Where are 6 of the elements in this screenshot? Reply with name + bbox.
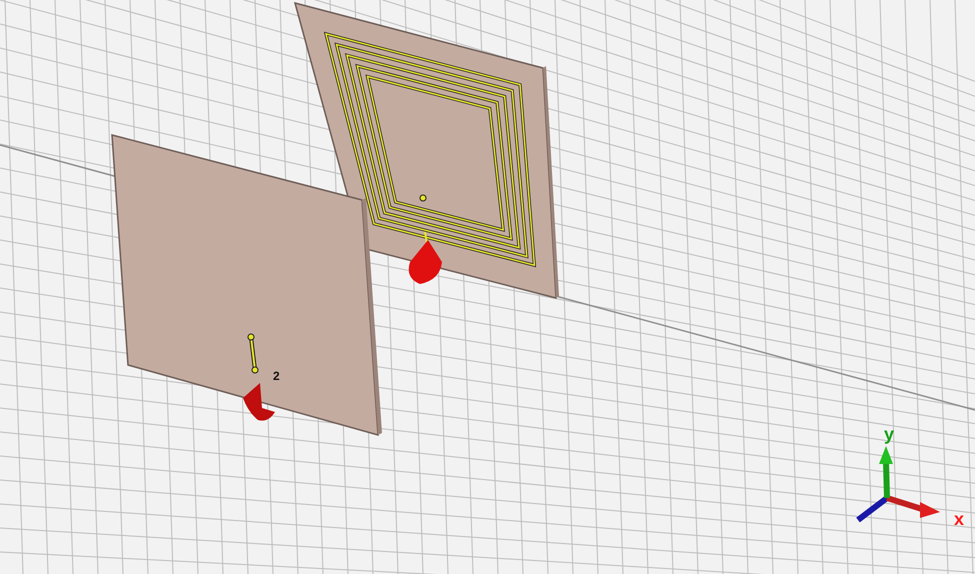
port-cone-drawing	[408, 240, 442, 284]
axis-label: x	[954, 509, 964, 529]
feed-line-drawing	[248, 334, 258, 374]
port-label: 2	[273, 369, 280, 383]
port-cone-drawing	[243, 383, 275, 421]
axis-label: y	[884, 424, 894, 444]
